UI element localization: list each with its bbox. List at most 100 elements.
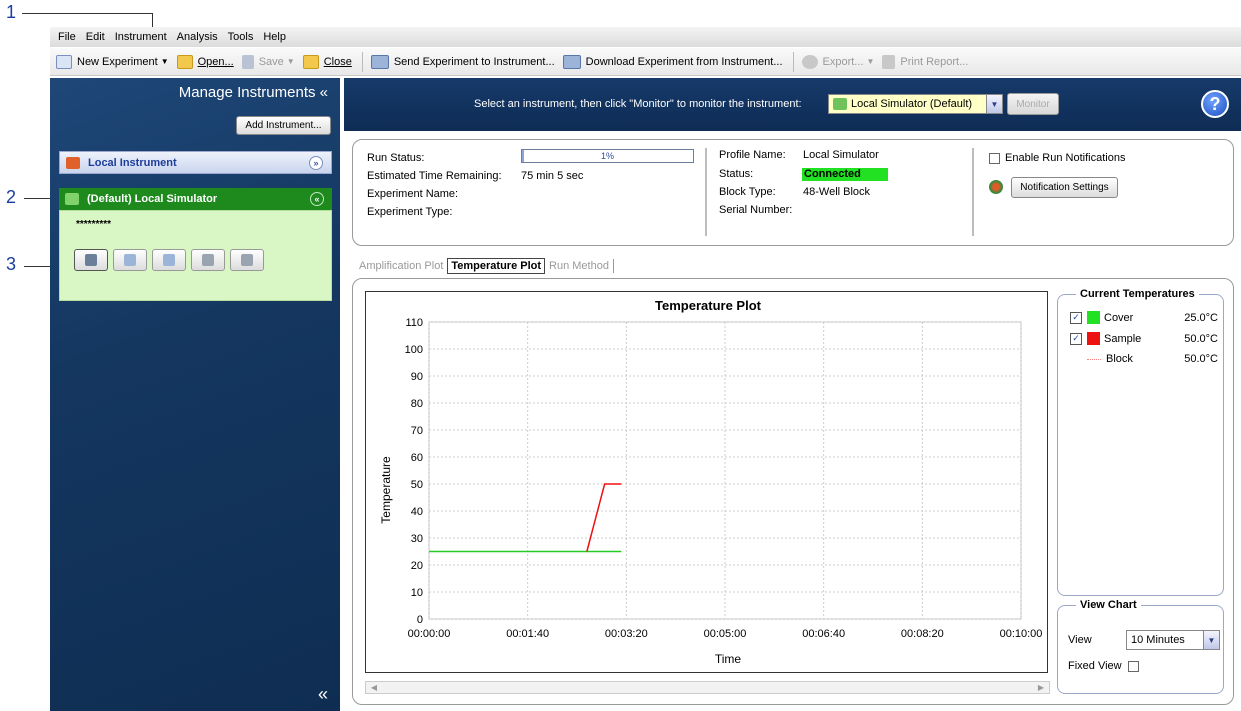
open-label: Open... — [197, 55, 234, 68]
close-button[interactable]: Close — [302, 54, 352, 69]
simulator-password: ********* — [76, 219, 112, 230]
profile-name-label: Profile Name: — [719, 149, 786, 161]
menu-help[interactable]: Help — [263, 31, 286, 43]
simulator-group-header[interactable]: (Default) Local Simulator « — [59, 188, 332, 210]
current-temperatures-title: Current Temperatures — [1076, 288, 1199, 300]
view-chart-panel: View Chart View 10 Minutes ▼ Fixed View — [1057, 599, 1224, 694]
chevron-down-icon: ▼ — [286, 57, 295, 66]
menu-file[interactable]: File — [58, 31, 76, 43]
toolbar-separator — [792, 51, 794, 72]
block-type-value: 48-Well Block — [803, 186, 871, 198]
legend-row-cover: ✓ Cover 25.0°C — [1070, 311, 1218, 324]
enable-notifications-row[interactable]: Enable Run Notifications — [989, 152, 1125, 164]
x-tick-label: 00:08:20 — [901, 628, 944, 640]
view-range-select[interactable]: 10 Minutes ▼ — [1126, 630, 1220, 650]
experiment-name-label: Experiment Name: — [367, 188, 459, 200]
monitor-icon — [85, 254, 97, 266]
export-icon — [801, 54, 818, 69]
menu-edit[interactable]: Edit — [86, 31, 105, 43]
view-label: View — [1068, 634, 1092, 646]
sample-checkbox[interactable]: ✓ — [1070, 332, 1082, 345]
x-tick-label: 00:01:40 — [506, 628, 549, 640]
collapse-panel-icon[interactable]: « — [318, 684, 328, 705]
tab-temperature-plot[interactable]: Temperature Plot — [447, 258, 546, 274]
remove-instrument-button[interactable] — [230, 249, 264, 271]
print-report-button[interactable]: Print Report... — [882, 54, 968, 69]
scroll-right-icon[interactable]: ▶ — [1035, 682, 1047, 693]
new-experiment-button[interactable]: New Experiment ▼ — [56, 54, 169, 69]
tab-amplification-plot[interactable]: Amplification Plot — [359, 260, 443, 272]
plot-horizontal-scrollbar[interactable]: ◀ ▶ — [365, 681, 1050, 694]
printer-icon — [882, 54, 896, 69]
legend-row-sample: ✓ Sample 50.0°C — [1070, 332, 1218, 345]
export-label: Export... — [822, 55, 864, 68]
x-tick-label: 00:06:40 — [802, 628, 845, 640]
chevron-down-icon[interactable]: ▼ — [1203, 631, 1219, 649]
tab-run-method[interactable]: Run Method — [549, 260, 609, 272]
enable-notifications-label: Enable Run Notifications — [1005, 152, 1126, 164]
open-button[interactable]: Open... — [176, 54, 234, 69]
help-icon[interactable]: ? — [1201, 90, 1229, 118]
y-tick-label: 20 — [411, 560, 423, 572]
close-label: Close — [323, 55, 352, 68]
local-instrument-group[interactable]: Local Instrument » — [59, 151, 332, 174]
send-experiment-button[interactable]: Send Experiment to Instrument... — [370, 54, 555, 69]
status-divider — [705, 148, 707, 236]
simulator-label: (Default) Local Simulator — [87, 193, 218, 205]
fixed-view-checkbox[interactable] — [1127, 660, 1139, 672]
callout-3: 3 — [6, 254, 17, 274]
instrument-select[interactable]: Local Simulator (Default) ▼ — [828, 94, 1003, 114]
y-tick-label: 100 — [405, 344, 423, 356]
callout-1: 1 — [6, 2, 17, 22]
add-instrument-button[interactable]: Add Instrument... — [236, 116, 331, 135]
manage-instruments-panel: Manage Instruments « Add Instrument... L… — [50, 78, 340, 711]
edit-instrument-button[interactable] — [191, 249, 225, 271]
simulator-body: ********* — [59, 210, 332, 301]
save-button[interactable]: Save ▼ — [241, 54, 295, 69]
monitor-header: Select an instrument, then click "Monito… — [344, 78, 1241, 131]
expand-icon[interactable]: » — [309, 155, 323, 170]
chevron-down-icon: ▼ — [866, 57, 875, 66]
chart-ylabel: Temperature — [379, 456, 393, 524]
send-to-instrument-button[interactable] — [113, 249, 147, 271]
y-tick-label: 40 — [411, 506, 423, 518]
manage-instruments-title[interactable]: Manage Instruments « — [179, 84, 328, 101]
download-instrument-icon — [562, 54, 581, 69]
current-temperatures-panel: Current Temperatures ✓ Cover 25.0°C ✓ Sa… — [1057, 288, 1224, 596]
x-tick-label: 00:10:00 — [1000, 628, 1043, 640]
download-from-instrument-button[interactable] — [152, 249, 186, 271]
send-icon — [124, 254, 136, 266]
scroll-left-icon[interactable]: ◀ — [368, 682, 380, 693]
y-tick-label: 60 — [411, 452, 423, 464]
notification-settings-button[interactable]: Notification Settings — [1011, 177, 1118, 198]
y-tick-label: 80 — [411, 398, 423, 410]
export-button[interactable]: Export... ▼ — [801, 54, 875, 69]
block-value: 50.0°C — [1184, 353, 1218, 365]
menu-instrument[interactable]: Instrument — [115, 31, 167, 43]
run-progress-text: 1% — [600, 151, 614, 161]
menu-bar: File Edit Instrument Analysis Tools Help — [50, 27, 1241, 47]
instrument-icon — [66, 156, 80, 169]
collapse-icon[interactable]: « — [310, 192, 324, 206]
sample-value: 50.0°C — [1184, 332, 1218, 345]
tab-separator — [612, 259, 614, 273]
send-experiment-label: Send Experiment to Instrument... — [393, 55, 555, 68]
fixed-view-row: Fixed View — [1068, 660, 1139, 672]
enable-notifications-checkbox[interactable] — [989, 152, 1000, 164]
menu-tools[interactable]: Tools — [228, 31, 254, 43]
callout-2: 2 — [6, 187, 17, 207]
save-label: Save — [258, 55, 284, 68]
download-experiment-button[interactable]: Download Experiment from Instrument... — [562, 54, 783, 69]
fixed-view-label: Fixed View — [1068, 660, 1122, 672]
status-label: Status: — [719, 168, 754, 180]
cover-checkbox[interactable]: ✓ — [1070, 311, 1082, 324]
run-status-panel: Run Status: 1% Estimated Time Remaining:… — [352, 139, 1234, 246]
monitor-button[interactable]: Monitor — [1007, 93, 1059, 115]
monitor-instrument-button[interactable] — [74, 249, 108, 271]
menu-analysis[interactable]: Analysis — [177, 31, 218, 43]
download-experiment-label: Download Experiment from Instrument... — [585, 55, 783, 68]
temperature-plot: Temperature Plot Time Temperature 0 10 20 3… — [365, 291, 1048, 673]
profile-name-value: Local Simulator — [803, 149, 879, 161]
chevron-down-icon[interactable]: ▼ — [986, 95, 1002, 113]
edit-icon — [202, 254, 214, 266]
